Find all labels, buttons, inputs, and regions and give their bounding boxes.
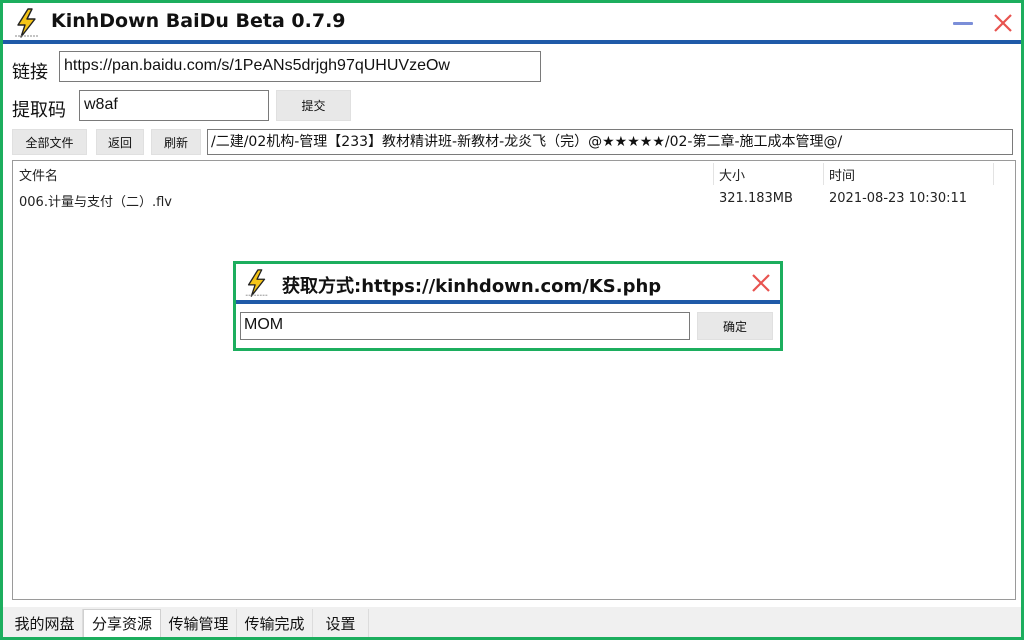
- extract-code-label: 提取码: [12, 100, 66, 121]
- column-separator: [823, 163, 824, 185]
- close-icon[interactable]: [991, 11, 1015, 35]
- file-size-cell: 321.183MB: [719, 191, 793, 206]
- dialog-title: 获取方式:https://kinhdown.com/KS.php: [282, 276, 662, 297]
- path-field[interactable]: /二建/02机构-管理【233】教材精讲班-新教材-龙炎飞（完）@★★★★★/0…: [207, 129, 1013, 155]
- refresh-button[interactable]: 刷新: [151, 129, 201, 155]
- file-time-cell: 2021-08-23 10:30:11: [829, 191, 968, 206]
- title-bar[interactable]: KinhDown BaiDu Beta 0.7.9: [3, 3, 1021, 41]
- column-header-name[interactable]: 文件名: [19, 165, 58, 184]
- lightning-logo-icon: [15, 8, 39, 38]
- tab-transfer-complete[interactable]: 传输完成: [237, 609, 313, 637]
- file-list[interactable]: 文件名 大小 时间 006.计量与支付（二）.flv 321.183MB 202…: [12, 160, 1016, 600]
- title-divider: [3, 40, 1021, 44]
- tab-my-disk[interactable]: 我的网盘: [7, 609, 83, 637]
- column-separator: [993, 163, 994, 185]
- confirm-button[interactable]: 确定: [697, 312, 773, 340]
- tab-shared-resources[interactable]: 分享资源: [83, 609, 161, 637]
- column-header-size[interactable]: 大小: [719, 165, 745, 184]
- submit-button[interactable]: 提交: [276, 90, 351, 121]
- minimize-button[interactable]: [951, 13, 975, 33]
- all-files-button[interactable]: 全部文件: [12, 129, 87, 155]
- column-separator: [713, 163, 714, 185]
- link-label: 链接: [12, 62, 48, 83]
- lightning-logo-icon: [245, 269, 269, 297]
- extract-code-input[interactable]: w8af: [79, 90, 269, 121]
- tab-transfer-management[interactable]: 传输管理: [161, 609, 237, 637]
- code-dialog: 获取方式:https://kinhdown.com/KS.php MOM 确定: [233, 261, 783, 351]
- back-button[interactable]: 返回: [96, 129, 144, 155]
- link-input[interactable]: https://pan.baidu.com/s/1PeANs5drjgh97qU…: [59, 51, 541, 82]
- minimize-icon: [953, 22, 973, 25]
- column-header-time[interactable]: 时间: [829, 165, 855, 184]
- close-icon[interactable]: [750, 272, 772, 294]
- bottom-tab-bar: 我的网盘 分享资源 传输管理 传输完成 设置: [3, 607, 1021, 637]
- tab-settings[interactable]: 设置: [313, 609, 369, 637]
- file-name-cell: 006.计量与支付（二）.flv: [19, 195, 172, 210]
- dialog-input[interactable]: MOM: [240, 312, 690, 340]
- dialog-divider: [236, 300, 780, 304]
- window-title: KinhDown BaiDu Beta 0.7.9: [51, 10, 346, 32]
- app-window: KinhDown BaiDu Beta 0.7.9 链接 https://pan…: [0, 0, 1024, 640]
